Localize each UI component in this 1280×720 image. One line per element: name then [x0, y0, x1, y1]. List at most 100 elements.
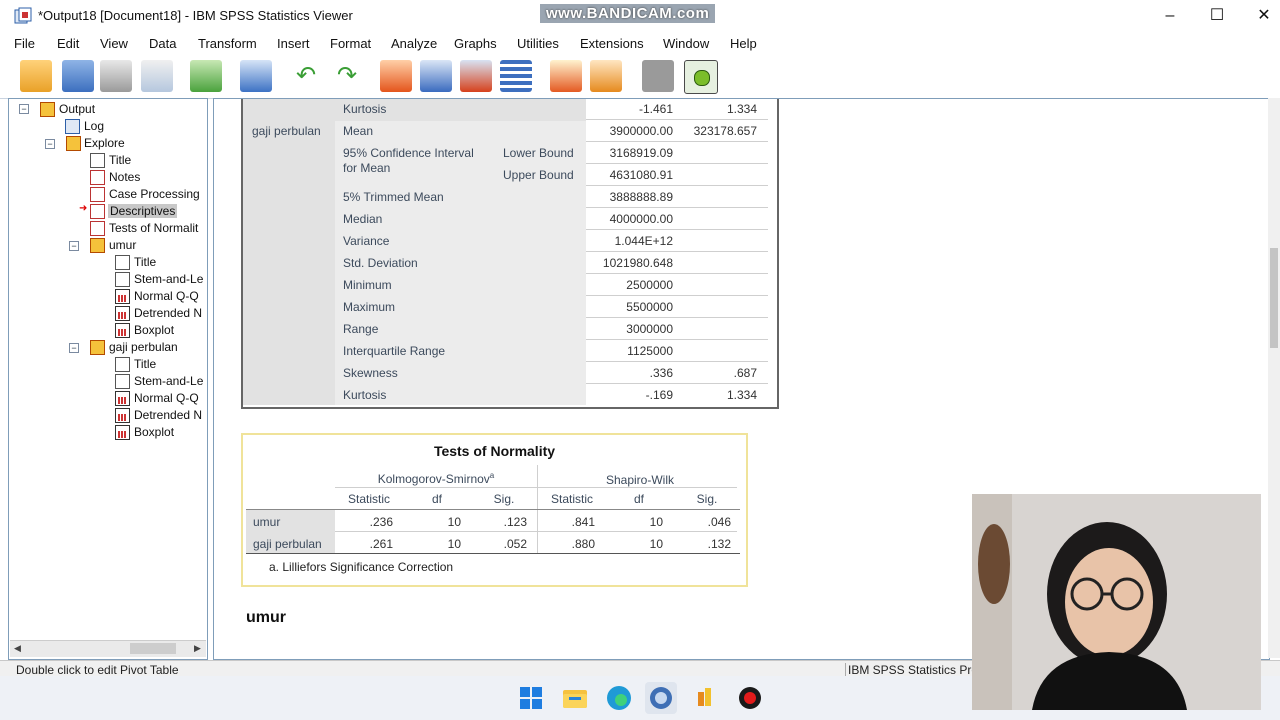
tree-explore[interactable]: Explore	[84, 136, 125, 150]
content-scroll-thumb[interactable]	[1270, 248, 1278, 348]
redo-icon[interactable]: ↷	[331, 60, 363, 92]
normality-title: Tests of Normality	[433, 443, 556, 459]
scroll-left-icon[interactable]: ◀	[14, 643, 21, 654]
tree-tests-normality[interactable]: Tests of Normalit	[109, 221, 198, 235]
file-explorer-icon[interactable]	[559, 682, 591, 714]
menu-transform[interactable]: Transform	[198, 36, 257, 51]
scroll-right-icon[interactable]: ▶	[194, 643, 201, 654]
output-book-icon	[40, 102, 55, 117]
menu-format[interactable]: Format	[330, 36, 371, 51]
log-icon	[65, 119, 80, 134]
tree-gaji-boxplot[interactable]: Boxplot	[134, 425, 174, 439]
tree-umur[interactable]: umur	[109, 238, 136, 252]
tree-explore-title[interactable]: Title	[109, 153, 131, 167]
tests-normality-icon	[90, 221, 105, 236]
tree-umur-boxplot[interactable]: Boxplot	[134, 323, 174, 337]
export-icon[interactable]	[190, 60, 222, 92]
minimize-icon[interactable]: –	[1150, 4, 1190, 28]
content-vertical-scrollbar[interactable]	[1268, 98, 1280, 658]
goto-variable-icon[interactable]	[420, 60, 452, 92]
std-deviation-stat: 1021980.648	[602, 256, 673, 270]
tree-umur-stem-leaf[interactable]: Stem-and-Le	[134, 272, 203, 286]
menu-utilities[interactable]: Utilities	[517, 36, 559, 51]
insert-icon[interactable]	[684, 60, 718, 94]
tree-umur-title[interactable]: Title	[134, 255, 156, 269]
median-stat: 4000000.00	[609, 212, 673, 226]
menu-window[interactable]: Window	[663, 36, 709, 51]
collapse-output-icon[interactable]: −	[19, 104, 29, 114]
normality-table[interactable]: Tests of Normality Kolmogorov-Smirnova S…	[241, 433, 748, 587]
ci-label: 95% Confidence Interval for Mean	[343, 146, 474, 175]
maximize-icon[interactable]: ☐	[1197, 4, 1237, 28]
gaji-detrended-icon	[115, 408, 130, 423]
gaji-boxplot-icon	[115, 425, 130, 440]
tree-descriptives[interactable]: Descriptives	[108, 204, 178, 218]
menu-file[interactable]: File	[14, 36, 35, 51]
col-sw-sig: Sig.	[696, 492, 718, 506]
data-download-icon[interactable]	[460, 60, 492, 92]
collapse-explore-icon[interactable]: −	[45, 139, 55, 149]
section-heading-umur: umur	[246, 609, 286, 626]
upper-bound-stat: 4631080.91	[609, 168, 673, 182]
open-icon[interactable]	[20, 60, 52, 92]
recall-dialog-icon[interactable]	[240, 60, 272, 92]
kurtosis-top-se: 1.334	[726, 102, 757, 116]
edge-icon[interactable]	[603, 682, 635, 714]
outline-horizontal-scrollbar[interactable]: ◀ ▶	[10, 640, 206, 657]
undo-icon[interactable]: ↶	[290, 60, 322, 92]
upper-bound-label: Upper Bound	[503, 168, 574, 182]
menu-insert[interactable]: Insert	[277, 36, 310, 51]
menu-edit[interactable]: Edit	[57, 36, 79, 51]
collapse-umur-icon[interactable]: −	[69, 241, 79, 251]
scroll-thumb[interactable]	[130, 643, 176, 654]
range-label: Range	[343, 322, 379, 336]
gaji-stem-leaf-icon	[115, 374, 130, 389]
current-item-arrow-icon: ➜	[79, 203, 88, 214]
app-taskbar-icon[interactable]	[690, 682, 722, 714]
tree-notes[interactable]: Notes	[109, 170, 140, 184]
menu-analyze[interactable]: Analyze	[391, 36, 437, 51]
descriptives-table[interactable]: Kurtosis -1.461 1.334 gaji perbulan 95% …	[241, 99, 779, 409]
bandicam-record-icon[interactable]	[734, 682, 766, 714]
tree-gaji-detrended[interactable]: Detrended N	[134, 408, 202, 422]
webcam-person-image	[972, 494, 1261, 710]
tree-umur-normal-qq[interactable]: Normal Q-Q	[134, 289, 199, 303]
print-preview-icon[interactable]	[141, 60, 173, 92]
menu-bar: File Edit View Data Transform Insert For…	[0, 33, 1280, 55]
close-icon[interactable]: ✕	[1244, 4, 1280, 28]
mean-label: Mean	[343, 124, 374, 138]
spss-taskbar-icon[interactable]	[645, 682, 677, 714]
col-ks-statistic: Statistic	[347, 492, 390, 506]
tree-gaji-normal-qq[interactable]: Normal Q-Q	[134, 391, 199, 405]
variables-icon[interactable]	[500, 60, 532, 92]
run-script-icon[interactable]	[590, 60, 622, 92]
menu-extensions[interactable]: Extensions	[580, 36, 644, 51]
designate-window-icon[interactable]	[550, 60, 582, 92]
trimmed-mean-label: 5% Trimmed Mean	[343, 190, 444, 204]
tree-gaji-title[interactable]: Title	[134, 357, 156, 371]
goto-case-icon[interactable]	[380, 60, 412, 92]
menu-data[interactable]: Data	[149, 36, 176, 51]
minimum-stat: 2500000	[626, 278, 673, 292]
lower-bound-stat: 3168919.09	[609, 146, 673, 160]
windows-start-icon[interactable]	[515, 682, 547, 714]
collapse-gaji-icon[interactable]: −	[69, 343, 79, 353]
tree-log[interactable]: Log	[84, 119, 104, 133]
gaji-title-icon	[115, 357, 130, 372]
iqr-label: Interquartile Range	[343, 344, 446, 358]
tree-gaji[interactable]: gaji perbulan	[109, 340, 178, 354]
gaji-ks-sig: .052	[503, 537, 527, 551]
tree-gaji-stem-leaf[interactable]: Stem-and-Le	[134, 374, 203, 388]
tree-case-processing[interactable]: Case Processing	[109, 187, 200, 201]
menu-help[interactable]: Help	[730, 36, 757, 51]
disabled-icon	[642, 60, 674, 92]
save-icon[interactable]	[62, 60, 94, 92]
kurtosis-top-stat: -1.461	[638, 102, 673, 116]
print-icon[interactable]	[100, 60, 132, 92]
tree-umur-detrended[interactable]: Detrended N	[134, 306, 202, 320]
umur-ks-stat: .236	[369, 515, 393, 529]
tree-output[interactable]: Output	[59, 102, 95, 116]
skewness-se: .687	[733, 366, 757, 380]
menu-graphs[interactable]: Graphs	[454, 36, 497, 51]
menu-view[interactable]: View	[100, 36, 128, 51]
